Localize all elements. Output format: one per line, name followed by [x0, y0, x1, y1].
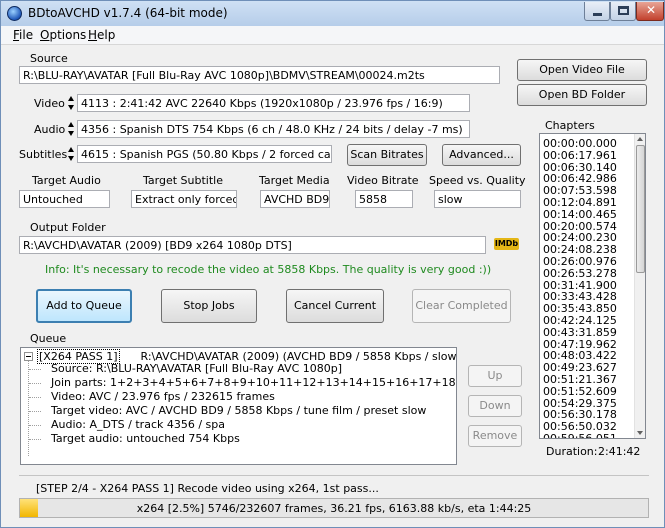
target-media-label: Target Media: [259, 174, 330, 187]
audio-stream-field[interactable]: 4356 : Spanish DTS 754 Kbps (6 ch / 48.0…: [77, 120, 470, 138]
queue-detail-item[interactable]: Target video: AVC / AVCHD BD9 / 5858 Kbp…: [51, 404, 426, 418]
status-divider: [19, 475, 649, 476]
video-label: Video: [34, 97, 65, 110]
target-audio-select[interactable]: Untouched: [19, 190, 110, 208]
stop-jobs-button[interactable]: Stop Jobs: [161, 289, 257, 323]
chapters-list[interactable]: 00:00:00.000 00:06:17.961 00:06:30.140 00:0…: [539, 133, 646, 439]
advanced-button[interactable]: Advanced...: [442, 144, 521, 166]
queue-detail-item[interactable]: Video: AVC / 23.976 fps / 232615 frames: [51, 390, 275, 404]
video-bitrate-label: Video Bitrate: [347, 174, 419, 187]
video-spinner-icon[interactable]: [67, 94, 76, 112]
tree-line: [28, 361, 29, 456]
subtitles-stream-field[interactable]: 4615 : Spanish PGS (50.80 Kbps / 2 force…: [77, 145, 332, 163]
chapter-item[interactable]: 00:59:56.051: [543, 433, 617, 439]
close-button[interactable]: ✕: [636, 2, 664, 21]
open-bd-folder-button[interactable]: Open BD Folder: [517, 84, 647, 106]
minimize-button[interactable]: [584, 2, 610, 21]
duration-label: Duration:: [546, 445, 598, 458]
open-video-file-button[interactable]: Open Video File: [517, 59, 647, 81]
down-button: Down: [468, 395, 522, 417]
progress-text: x264 [2.5%] 5746/232607 frames, 36.21 fp…: [136, 502, 532, 515]
target-subtitle-label: Target Subtitle: [143, 174, 223, 187]
scan-bitrates-button[interactable]: Scan Bitrates: [347, 144, 427, 166]
scroll-down-icon[interactable]: [637, 431, 643, 435]
scroll-up-icon[interactable]: [637, 137, 643, 141]
source-label: Source: [30, 52, 68, 65]
audio-label: Audio: [34, 123, 66, 136]
queue-detail-item[interactable]: Join parts: 1+2+3+4+5+6+7+8+9+10+11+12+1…: [51, 376, 456, 390]
queue-detail-item[interactable]: Audio: A_DTS / track 4356 / spa: [51, 418, 225, 432]
menu-bar: File Options Help: [1, 26, 664, 45]
chapter-item[interactable]: 00:14:00.465: [543, 208, 617, 221]
queue-label: Queue: [30, 332, 67, 345]
menu-help[interactable]: Help: [88, 28, 115, 42]
window-title: BDtoAVCHD v1.7.4 (64-bit mode): [28, 6, 228, 20]
clear-completed-button: Clear Completed: [412, 289, 511, 323]
duration-value: 2:41:42: [598, 445, 641, 458]
add-to-queue-button[interactable]: Add to Queue: [36, 289, 132, 323]
video-stream-field[interactable]: 4113 : 2:41:42 AVC 22640 Kbps (1920x1080…: [77, 94, 470, 112]
output-folder-label: Output Folder: [30, 221, 106, 234]
remove-button: Remove: [468, 425, 522, 447]
target-subtitle-select[interactable]: Extract only forced: [131, 190, 237, 208]
maximize-icon: [618, 6, 629, 15]
step-status: [STEP 2/4 - X264 PASS 1] Recode video us…: [36, 482, 379, 495]
chapter-item[interactable]: 00:26:53.278: [543, 267, 617, 280]
info-message: Info: It's necessary to recode the video…: [45, 263, 492, 276]
chapter-item[interactable]: 00:51:52.609: [543, 385, 617, 398]
queue-detail-item[interactable]: Source: R:\BLU-RAY\AVATAR [Full Blu-Ray …: [51, 362, 342, 376]
scroll-thumb[interactable]: [636, 145, 645, 273]
queue-detail-item[interactable]: Target audio: untouched 754 Kbps: [51, 432, 240, 446]
video-bitrate-field[interactable]: 5858: [355, 190, 413, 208]
chapter-item[interactable]: 00:06:17.961: [543, 149, 617, 162]
close-icon: ✕: [645, 3, 657, 17]
imdb-logo[interactable]: IMDb: [494, 238, 519, 250]
target-audio-label: Target Audio: [32, 174, 101, 187]
app-window: BDtoAVCHD v1.7.4 (64-bit mode) ✕ File Op…: [0, 0, 665, 528]
queue-tree[interactable]: [X264 PASS 1] R:\AVCHD\AVATAR (2009) (AV…: [20, 347, 457, 465]
collapse-icon[interactable]: [24, 352, 33, 361]
cancel-current-button[interactable]: Cancel Current: [286, 289, 384, 323]
audio-spinner-icon[interactable]: [67, 120, 76, 138]
source-path-field[interactable]: R:\BLU-RAY\AVATAR [Full Blu-Ray AVC 1080…: [19, 66, 500, 84]
app-icon: [7, 6, 22, 21]
speed-quality-select[interactable]: slow: [434, 190, 521, 208]
up-button: Up: [468, 365, 522, 387]
chapters-scrollbar[interactable]: [634, 134, 645, 438]
subtitles-label: Subtitles: [19, 148, 68, 161]
target-media-select[interactable]: AVCHD BD9: [260, 190, 330, 208]
menu-options[interactable]: Options: [40, 28, 86, 42]
chapter-item[interactable]: 00:43:31.859: [543, 326, 617, 339]
subtitles-spinner-icon[interactable]: [67, 145, 76, 163]
title-bar[interactable]: BDtoAVCHD v1.7.4 (64-bit mode) ✕: [1, 1, 664, 26]
speed-quality-label: Speed vs. Quality: [429, 174, 526, 187]
output-folder-field[interactable]: R:\AVCHD\AVATAR (2009) [BD9 x264 1080p D…: [19, 236, 486, 254]
progress-bar: x264 [2.5%] 5746/232607 frames, 36.21 fp…: [19, 498, 649, 518]
menu-file[interactable]: File: [13, 28, 33, 42]
minimize-icon: [593, 13, 602, 16]
chapters-label: Chapters: [545, 119, 595, 132]
maximize-button[interactable]: [610, 2, 636, 21]
